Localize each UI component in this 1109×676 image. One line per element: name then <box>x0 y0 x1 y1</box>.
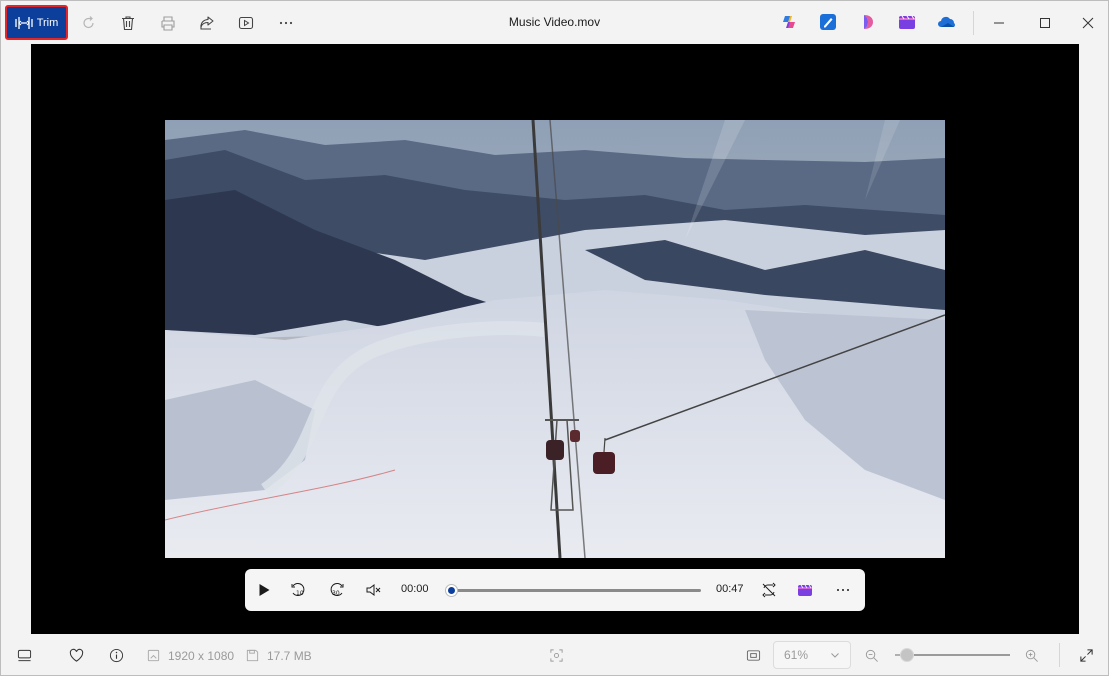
toolbar-divider <box>973 11 974 35</box>
save-icon <box>246 649 258 661</box>
zoom-value: 61% <box>784 648 809 662</box>
statusbar-divider <box>1059 643 1060 667</box>
zoom-out-button[interactable] <box>861 645 881 665</box>
share-icon <box>200 16 214 30</box>
filmstrip-button[interactable] <box>14 645 34 665</box>
file-size-text: 17.7 MB <box>267 649 312 663</box>
heart-icon <box>69 648 83 662</box>
trim-label: Trim <box>36 16 59 29</box>
fullscreen-icon <box>1079 648 1093 662</box>
zoom-in-button[interactable] <box>1021 645 1041 665</box>
favorite-button[interactable] <box>66 645 86 665</box>
skip-back-10-button[interactable]: 10 <box>287 578 311 602</box>
repeat-off-button[interactable] <box>757 578 781 602</box>
maximize-button[interactable] <box>1031 9 1059 37</box>
close-icon <box>1082 17 1094 29</box>
file-info-button[interactable] <box>106 645 126 665</box>
volume-muted-icon <box>366 584 381 596</box>
visual-search-icon <box>549 648 563 662</box>
forward-30-icon: 30 <box>330 583 344 597</box>
delete-button[interactable] <box>116 11 140 35</box>
slideshow-button[interactable] <box>234 11 258 35</box>
clipchamp-film-icon <box>798 584 812 596</box>
fullscreen-button[interactable] <box>1076 645 1096 665</box>
info-icon <box>109 648 123 662</box>
svg-text:30: 30 <box>332 590 340 597</box>
minimize-icon <box>994 22 1004 24</box>
rotate-icon <box>83 16 94 29</box>
designer-icon <box>820 14 836 30</box>
clipchamp-film-icon <box>899 15 915 29</box>
print-button[interactable] <box>156 11 180 35</box>
copilot-icon <box>783 16 795 28</box>
play-icon <box>259 584 270 596</box>
zoom-out-icon <box>865 649 878 662</box>
rewind-10-icon: 10 <box>291 583 305 597</box>
zoom-slider-thumb[interactable] <box>899 648 914 662</box>
photos-window: Trim Music Video.mov 10 30 00:00 00:47 1… <box>0 0 1109 676</box>
close-button[interactable] <box>1074 9 1102 37</box>
video-stage[interactable]: 10 30 00:00 00:47 <box>31 44 1079 634</box>
minimize-button[interactable] <box>985 9 1013 37</box>
trim-button[interactable]: Trim <box>5 5 68 40</box>
share-button[interactable] <box>195 11 219 35</box>
trim-icon <box>15 16 33 29</box>
seek-bar[interactable] <box>445 584 701 597</box>
edit-in-clipchamp-button[interactable] <box>793 578 817 602</box>
player-more-button[interactable] <box>831 578 855 602</box>
current-time: 00:00 <box>401 583 429 595</box>
duration-time: 00:47 <box>716 583 744 595</box>
filmstrip-icon <box>17 649 31 661</box>
clipchamp-icon <box>864 15 873 29</box>
slideshow-icon <box>238 16 254 30</box>
video-frame[interactable] <box>165 120 945 558</box>
file-size-icon-wrap <box>242 645 262 665</box>
clipchamp-button[interactable] <box>859 13 877 31</box>
clipchamp-film-button[interactable] <box>898 13 916 31</box>
delete-icon <box>122 16 134 31</box>
skip-forward-30-button[interactable]: 30 <box>324 578 348 602</box>
play-button[interactable] <box>252 578 276 602</box>
image-size-icon <box>147 649 159 661</box>
actual-size-button[interactable] <box>743 645 763 665</box>
onedrive-icon <box>938 16 955 27</box>
zoom-in-icon <box>1025 649 1038 662</box>
seek-thumb[interactable] <box>445 584 458 597</box>
designer-button[interactable] <box>819 13 837 31</box>
resolution-text: 1920 x 1080 <box>168 649 235 663</box>
player-controls: 10 30 00:00 00:47 <box>245 569 865 611</box>
video-frame-image <box>165 120 945 558</box>
title-bar: Trim Music Video.mov <box>1 1 1108 44</box>
visual-search-button[interactable] <box>546 645 566 665</box>
print-icon <box>161 16 175 31</box>
repeat-off-icon <box>762 582 776 598</box>
mute-button[interactable] <box>361 578 385 602</box>
chevron-down-icon <box>831 653 839 658</box>
rotate-button[interactable] <box>77 11 101 35</box>
resolution-icon-wrap <box>143 645 163 665</box>
zoom-slider[interactable] <box>895 648 1010 662</box>
copilot-button[interactable] <box>780 13 798 31</box>
zoom-dropdown[interactable]: 61% <box>773 641 851 669</box>
onedrive-button[interactable] <box>937 13 955 31</box>
actual-size-icon <box>746 649 760 661</box>
svg-text:10: 10 <box>296 590 304 597</box>
status-bar: 1920 x 1080 17.7 MB 61% <box>1 634 1108 675</box>
more-button[interactable] <box>274 11 298 35</box>
maximize-icon <box>1040 18 1050 28</box>
more-icon <box>279 21 293 25</box>
more-icon <box>837 589 849 591</box>
